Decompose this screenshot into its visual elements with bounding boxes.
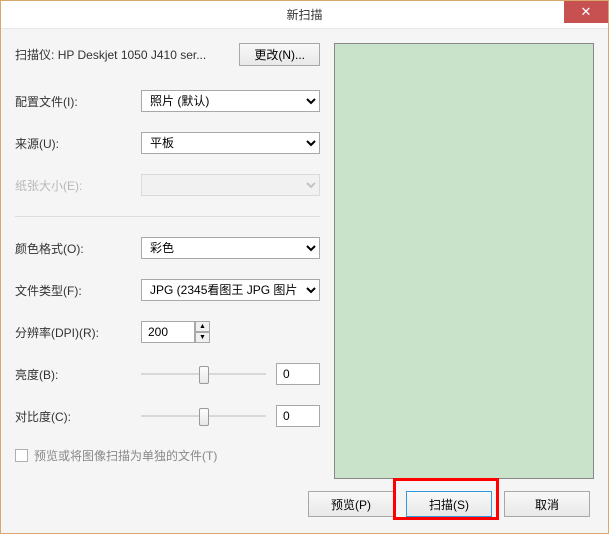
brightness-label: 亮度(B): — [15, 366, 141, 383]
profile-row: 配置文件(I): 照片 (默认) — [15, 90, 320, 112]
divider — [15, 216, 320, 217]
dpi-label: 分辨率(DPI)(R): — [15, 324, 141, 341]
brightness-thumb[interactable] — [199, 366, 209, 384]
dpi-spinner: ▲ ▼ — [141, 321, 210, 343]
separate-files-label: 预览或将图像扫描为单独的文件(T) — [34, 447, 217, 464]
file-type-select[interactable]: JPG (2345看图王 JPG 图片 — [141, 279, 320, 301]
color-format-label: 颜色格式(O): — [15, 240, 141, 257]
close-button[interactable]: ✕ — [564, 1, 608, 23]
contrast-slider[interactable] — [141, 406, 266, 426]
file-type-label: 文件类型(F): — [15, 282, 141, 299]
paper-size-select — [141, 174, 320, 196]
color-format-select[interactable]: 彩色 — [141, 237, 320, 259]
scan-dialog: 新扫描 ✕ 扫描仪: HP Deskjet 1050 J410 ser... 更… — [0, 0, 609, 534]
dpi-spinner-buttons: ▲ ▼ — [195, 321, 210, 343]
window-title: 新扫描 — [286, 8, 322, 22]
paper-size-row: 纸张大小(E): — [15, 174, 320, 196]
scanner-label: 扫描仪: HP Deskjet 1050 J410 ser... — [15, 46, 233, 63]
dpi-row: 分辨率(DPI)(R): ▲ ▼ — [15, 321, 320, 343]
dpi-up-button[interactable]: ▲ — [195, 321, 210, 332]
dialog-body: 扫描仪: HP Deskjet 1050 J410 ser... 更改(N)..… — [1, 29, 608, 479]
close-icon: ✕ — [581, 4, 592, 19]
profile-label: 配置文件(I): — [15, 93, 141, 110]
source-select[interactable]: 平板 — [141, 132, 320, 154]
settings-pane: 扫描仪: HP Deskjet 1050 J410 ser... 更改(N)..… — [15, 43, 334, 479]
scanner-row: 扫描仪: HP Deskjet 1050 J410 ser... 更改(N)..… — [15, 43, 320, 66]
scan-button[interactable]: 扫描(S) — [406, 491, 492, 517]
preview-pane — [334, 43, 594, 479]
brightness-value[interactable] — [276, 363, 320, 385]
separate-files-checkbox[interactable] — [15, 449, 28, 462]
dpi-down-button[interactable]: ▼ — [195, 332, 210, 343]
preview-area[interactable] — [334, 43, 594, 479]
file-type-row: 文件类型(F): JPG (2345看图王 JPG 图片 — [15, 279, 320, 301]
brightness-row: 亮度(B): — [15, 363, 320, 385]
titlebar: 新扫描 ✕ — [1, 1, 608, 29]
dpi-input[interactable] — [141, 321, 195, 343]
source-label: 来源(U): — [15, 135, 141, 152]
contrast-row: 对比度(C): — [15, 405, 320, 427]
button-bar: 预览(P) 扫描(S) 取消 — [1, 479, 608, 533]
profile-select[interactable]: 照片 (默认) — [141, 90, 320, 112]
source-row: 来源(U): 平板 — [15, 132, 320, 154]
contrast-value[interactable] — [276, 405, 320, 427]
color-format-row: 颜色格式(O): 彩色 — [15, 237, 320, 259]
contrast-thumb[interactable] — [199, 408, 209, 426]
separate-files-row: 预览或将图像扫描为单独的文件(T) — [15, 447, 320, 464]
preview-button[interactable]: 预览(P) — [308, 491, 394, 517]
brightness-slider[interactable] — [141, 364, 266, 384]
cancel-button[interactable]: 取消 — [504, 491, 590, 517]
contrast-label: 对比度(C): — [15, 408, 141, 425]
paper-size-label: 纸张大小(E): — [15, 177, 141, 194]
change-scanner-button[interactable]: 更改(N)... — [239, 43, 320, 66]
